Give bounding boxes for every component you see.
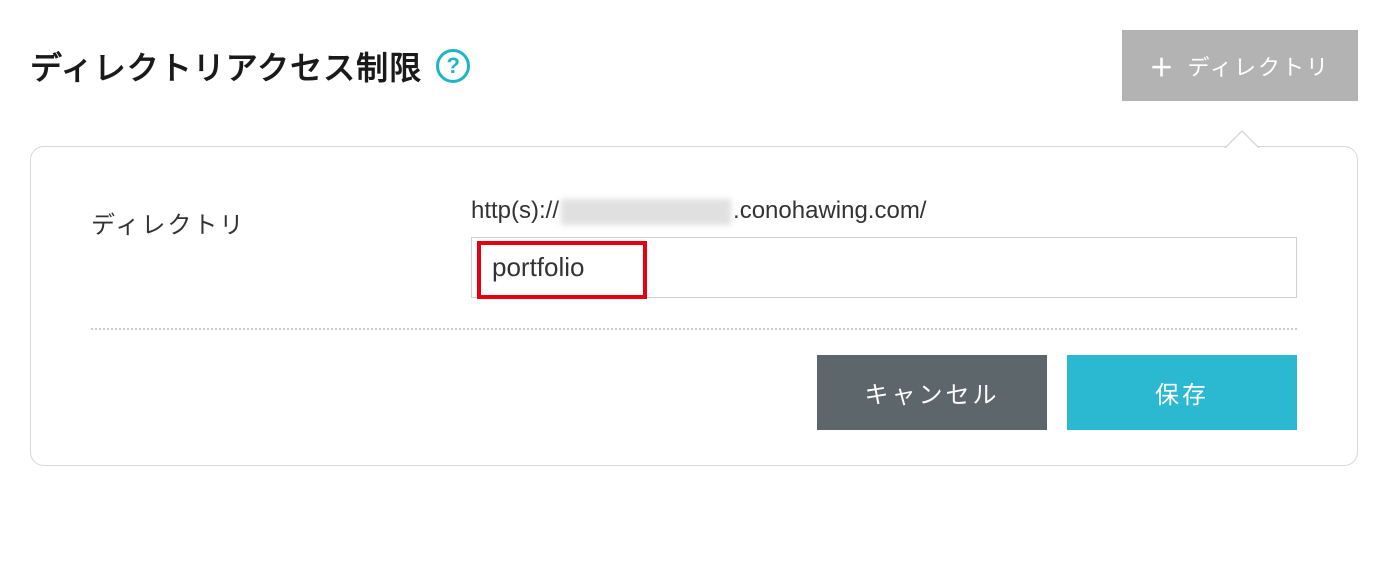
url-prefix: http(s):// .conohawing.com/ [471, 197, 1297, 225]
url-prefix-before: http(s):// [471, 197, 559, 224]
url-prefix-after: .conohawing.com/ [733, 197, 926, 224]
panel-wrapper: ディレクトリ http(s):// .conohawing.com/ キャンセル … [30, 146, 1358, 466]
add-button-label: ディレクトリ [1188, 50, 1330, 82]
page-title-wrap: ディレクトリアクセス制限 ? [30, 43, 470, 89]
cancel-button[interactable]: キャンセル [817, 355, 1047, 430]
directory-form-row: ディレクトリ http(s):// .conohawing.com/ [91, 197, 1297, 330]
help-icon[interactable]: ? [436, 49, 470, 83]
page-title: ディレクトリアクセス制限 [30, 43, 422, 89]
directory-input[interactable] [471, 237, 1297, 298]
panel-arrow [1226, 132, 1258, 148]
directory-content: http(s):// .conohawing.com/ [471, 197, 1297, 298]
directory-input-wrap [471, 237, 1297, 298]
plus-icon: ＋ [1150, 48, 1176, 83]
url-domain-blurred [561, 199, 731, 225]
save-button[interactable]: 保存 [1067, 355, 1297, 430]
directory-label: ディレクトリ [91, 197, 471, 240]
form-panel: ディレクトリ http(s):// .conohawing.com/ キャンセル … [30, 146, 1358, 466]
button-row: キャンセル 保存 [91, 355, 1297, 430]
add-directory-button[interactable]: ＋ ディレクトリ [1122, 30, 1358, 101]
page-header: ディレクトリアクセス制限 ? ＋ ディレクトリ [30, 30, 1358, 101]
